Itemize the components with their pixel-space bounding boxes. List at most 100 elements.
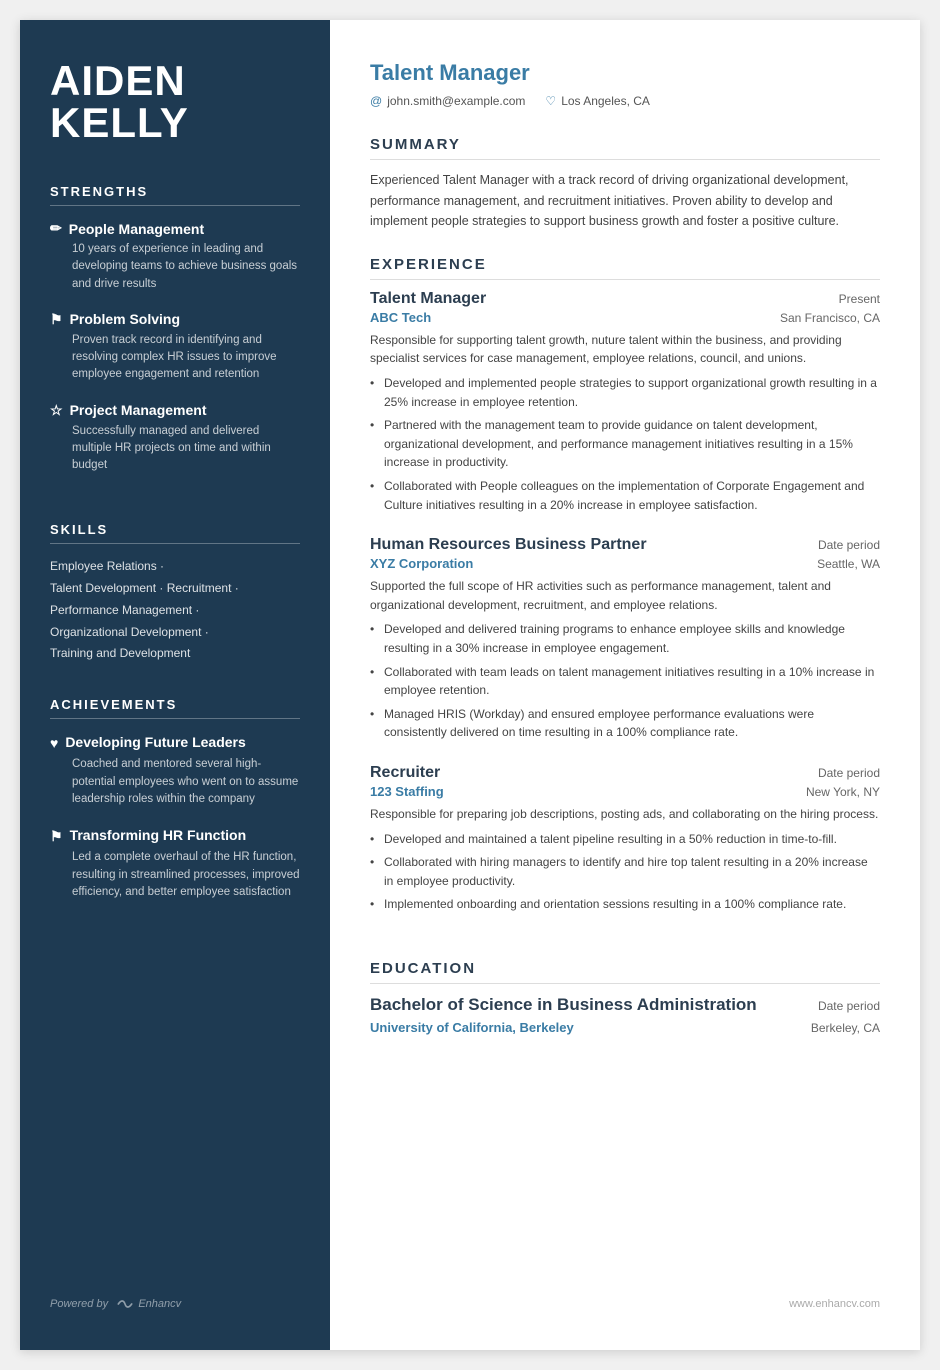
exp-bullets-3: Developed and maintained a talent pipeli… (370, 830, 880, 914)
experience-title: EXPERIENCE (370, 256, 880, 280)
strength-title-2: ⚑ Problem Solving (50, 311, 300, 328)
resume-container: AIDEN KELLY STRENGTHS ✏ People Managemen… (20, 20, 920, 1350)
exp-bullet-1-3: Collaborated with People colleagues on t… (370, 477, 880, 514)
exp-location-1: San Francisco, CA (780, 311, 880, 325)
summary-text: Experienced Talent Manager with a track … (370, 170, 880, 232)
exp-company-1: ABC Tech (370, 310, 431, 325)
exp-location-3: New York, NY (806, 785, 880, 799)
pencil-icon: ✏ (50, 220, 62, 237)
flag-icon-2: ⚑ (50, 827, 63, 845)
achievements-title: ACHIEVEMENTS (50, 697, 300, 719)
exp-company-2: XYZ Corporation (370, 556, 473, 571)
exp-entry-1: Talent Manager Present ABC Tech San Fran… (370, 290, 880, 514)
edu-entry-1: Bachelor of Science in Business Administ… (370, 994, 880, 1035)
education-title: EDUCATION (370, 960, 880, 984)
sidebar: AIDEN KELLY STRENGTHS ✏ People Managemen… (20, 20, 330, 1350)
footer-website: www.enhancv.com (789, 1298, 880, 1310)
exp-entry-2: Human Resources Business Partner Date pe… (370, 536, 880, 742)
edu-school-row: University of California, Berkeley Berke… (370, 1018, 880, 1035)
flag-icon-1: ⚑ (50, 311, 63, 328)
powered-by-label: Powered by (50, 1298, 108, 1310)
edu-date-1: Date period (818, 999, 880, 1013)
exp-company-row-1: ABC Tech San Francisco, CA (370, 310, 880, 325)
exp-header-row-2: Human Resources Business Partner Date pe… (370, 536, 880, 554)
exp-job-title-3: Recruiter (370, 764, 440, 782)
email-text: john.smith@example.com (387, 94, 525, 108)
exp-header-row-1: Talent Manager Present (370, 290, 880, 308)
strength-item-3: ☆ Project Management Successfully manage… (50, 402, 300, 475)
exp-date-2: Date period (818, 538, 880, 552)
name-line2: KELLY (50, 102, 300, 144)
edu-header-row: Bachelor of Science in Business Administ… (370, 994, 880, 1016)
exp-bullet-3-2: Collaborated with hiring managers to ide… (370, 853, 880, 890)
strength-item-1: ✏ People Management 10 years of experien… (50, 220, 300, 293)
exp-date-1: Present (839, 292, 880, 306)
edu-location-1: Berkeley, CA (811, 1021, 880, 1035)
exp-job-title-2: Human Resources Business Partner (370, 536, 647, 554)
exp-job-title-1: Talent Manager (370, 290, 486, 308)
exp-bullet-2-2: Collaborated with team leads on talent m… (370, 663, 880, 700)
skill-item-5: Training and Development (50, 645, 300, 662)
contact-row: @ john.smith@example.com ♡ Los Angeles, … (370, 94, 880, 108)
achievement-desc-2: Led a complete overhaul of the HR functi… (50, 849, 300, 901)
exp-bullet-1-2: Partnered with the management team to pr… (370, 416, 880, 472)
exp-bullets-1: Developed and implemented people strateg… (370, 374, 880, 514)
email-icon: @ (370, 94, 382, 108)
exp-company-row-3: 123 Staffing New York, NY (370, 784, 880, 799)
exp-company-row-2: XYZ Corporation Seattle, WA (370, 556, 880, 571)
skills-list: Employee Relations · Talent Development … (50, 558, 300, 662)
sidebar-name: AIDEN KELLY (50, 60, 300, 144)
location-text: Los Angeles, CA (561, 94, 650, 108)
strength-desc-1: 10 years of experience in leading and de… (50, 241, 300, 293)
achievement-item-2: ⚑ Transforming HR Function Led a complet… (50, 826, 300, 901)
strength-title-1: ✏ People Management (50, 220, 300, 237)
skill-item-4: Organizational Development · (50, 624, 300, 641)
exp-date-3: Date period (818, 766, 880, 780)
summary-section: SUMMARY Experienced Talent Manager with … (370, 136, 880, 232)
star-icon: ☆ (50, 402, 63, 419)
strength-title-3: ☆ Project Management (50, 402, 300, 419)
achievement-desc-1: Coached and mentored several high-potent… (50, 756, 300, 808)
skill-item-3: Performance Management · (50, 602, 300, 619)
brand-name: Enhancv (117, 1298, 181, 1310)
exp-bullet-2-1: Developed and delivered training program… (370, 620, 880, 657)
exp-bullet-1-1: Developed and implemented people strateg… (370, 374, 880, 411)
exp-bullets-2: Developed and delivered training program… (370, 620, 880, 742)
achievement-title-2: ⚑ Transforming HR Function (50, 826, 300, 845)
achievements-section: ACHIEVEMENTS ♥ Developing Future Leaders… (50, 697, 300, 919)
exp-desc-2: Supported the full scope of HR activitie… (370, 577, 880, 614)
main-header: Talent Manager @ john.smith@example.com … (370, 60, 880, 108)
job-title: Talent Manager (370, 60, 880, 86)
exp-header-row-3: Recruiter Date period (370, 764, 880, 782)
heart-icon: ♥ (50, 734, 58, 752)
exp-entry-3: Recruiter Date period 123 Staffing New Y… (370, 764, 880, 914)
edu-degree-1: Bachelor of Science in Business Administ… (370, 994, 757, 1016)
name-line1: AIDEN (50, 60, 300, 102)
sidebar-footer: Powered by Enhancv (50, 1278, 300, 1310)
skills-section: SKILLS Employee Relations · Talent Devel… (50, 522, 300, 667)
skill-item-1: Employee Relations · (50, 558, 300, 575)
exp-location-2: Seattle, WA (817, 557, 880, 571)
main-footer: www.enhancv.com (370, 1278, 880, 1310)
strengths-title: STRENGTHS (50, 184, 300, 206)
achievement-title-1: ♥ Developing Future Leaders (50, 733, 300, 752)
strength-desc-2: Proven track record in identifying and r… (50, 332, 300, 384)
edu-school-1: University of California, Berkeley (370, 1020, 574, 1035)
exp-bullet-2-3: Managed HRIS (Workday) and ensured emplo… (370, 705, 880, 742)
strengths-section: STRENGTHS ✏ People Management 10 years o… (50, 184, 300, 492)
education-section: EDUCATION Bachelor of Science in Busines… (370, 960, 880, 1045)
strength-desc-3: Successfully managed and delivered multi… (50, 423, 300, 475)
skill-item-2: Talent Development · Recruitment · (50, 580, 300, 597)
exp-desc-1: Responsible for supporting talent growth… (370, 331, 880, 368)
strength-item-2: ⚑ Problem Solving Proven track record in… (50, 311, 300, 384)
main-content: Talent Manager @ john.smith@example.com … (330, 20, 920, 1350)
exp-bullet-3-3: Implemented onboarding and orientation s… (370, 895, 880, 914)
email-contact: @ john.smith@example.com (370, 94, 525, 108)
location-contact: ♡ Los Angeles, CA (545, 94, 650, 108)
exp-desc-3: Responsible for preparing job descriptio… (370, 805, 880, 824)
exp-bullet-3-1: Developed and maintained a talent pipeli… (370, 830, 880, 849)
exp-company-3: 123 Staffing (370, 784, 444, 799)
location-icon: ♡ (545, 94, 556, 108)
summary-title: SUMMARY (370, 136, 880, 160)
skills-title: SKILLS (50, 522, 300, 544)
